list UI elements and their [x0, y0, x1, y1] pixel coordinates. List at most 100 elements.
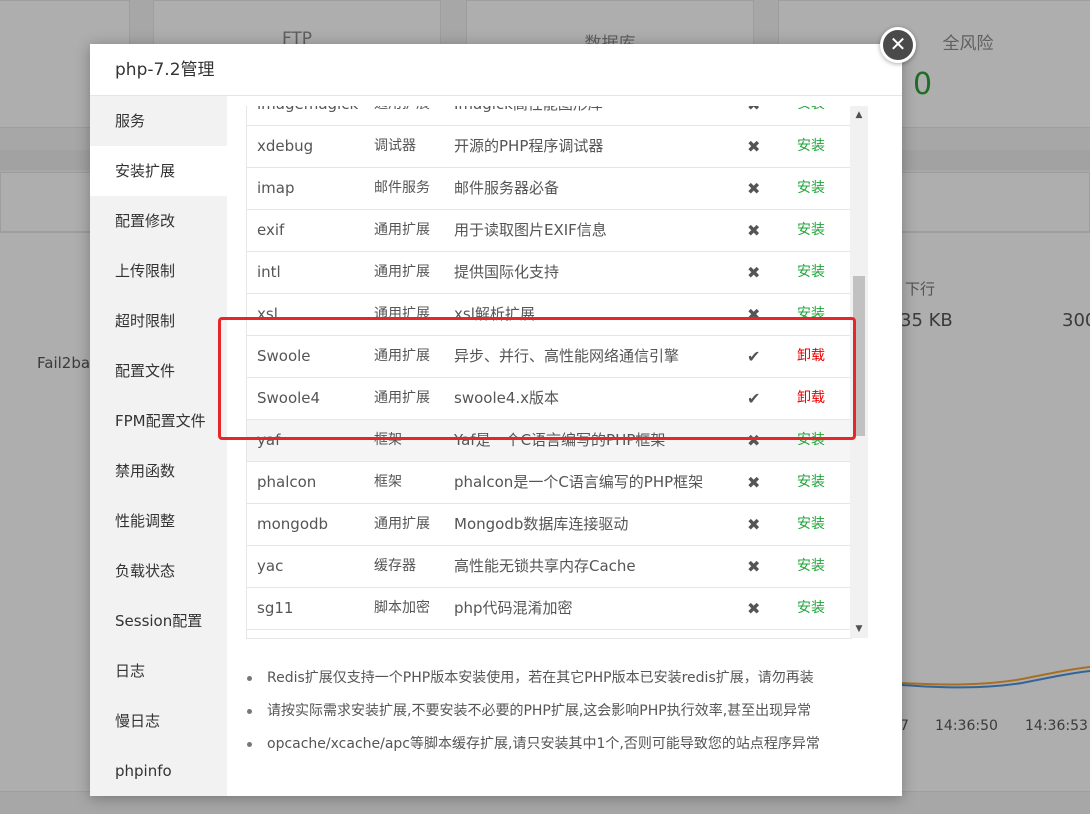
cross-icon: ✖ [747, 305, 761, 324]
extension-desc: phalcon是一个C语言编写的PHP框架 [454, 473, 704, 491]
extension-desc: 异步、并行、高性能网络通信引擎 [454, 347, 680, 365]
check-icon: ✔ [747, 347, 761, 366]
extension-desc: 用于读取图片EXIF信息 [454, 221, 607, 239]
close-button[interactable]: ✕ [880, 27, 916, 63]
extension-name: yaf [257, 431, 281, 449]
extension-name: imagemagick [257, 106, 358, 125]
sidebar-item[interactable]: 负载状态 [90, 546, 227, 596]
extensions-table[interactable]: imagemagick 通用扩展 Imagick高性能图形库 ✖ 安装 xdebug 调试器… [246, 106, 852, 639]
uninstall-link[interactable]: 卸载 [797, 378, 825, 419]
scroll-thumb[interactable] [853, 276, 865, 436]
sidebar-item[interactable]: FPM配置文件 [90, 396, 227, 446]
extension-name: imap [257, 179, 295, 197]
extension-name: Swoole4 [257, 389, 321, 407]
php-manager-dialog: php-7.2管理 服务 安装扩展 配置修改 上传限制 超时限制 配置文件 FPM配置文件禁… [90, 44, 902, 796]
sidebar-item[interactable]: 超时限制 [90, 296, 227, 346]
extension-type: 脚本加密 [374, 600, 430, 616]
extension-type: 调试器 [374, 138, 416, 154]
extension-desc: xsl解析扩展 [454, 305, 535, 323]
sidebar-item[interactable]: 安装扩展 [90, 146, 227, 196]
table-row: Swoole 通用扩展 异步、并行、高性能网络通信引擎 ✔ 卸载 [247, 336, 851, 378]
scroll-down-icon[interactable]: ▼ [850, 620, 868, 638]
close-icon: ✕ [889, 32, 907, 56]
cross-icon: ✖ [747, 473, 761, 492]
cross-icon: ✖ [747, 179, 761, 198]
table-row: imagemagick 通用扩展 Imagick高性能图形库 ✖ 安装 [247, 106, 851, 126]
sidebar-item[interactable]: 日志 [90, 646, 227, 696]
dialog-title: php-7.2管理 [90, 44, 902, 96]
sidebar-item[interactable]: Session配置 [90, 596, 227, 646]
install-link[interactable]: 安装 [797, 588, 825, 629]
extension-type: 通用扩展 [374, 390, 430, 406]
extension-desc: Mongodb数据库连接驱动 [454, 515, 629, 533]
install-link[interactable]: 安装 [797, 106, 825, 125]
extension-desc: Imagick高性能图形库 [454, 106, 603, 125]
extension-type: 通用扩展 [374, 222, 430, 238]
extension-desc: 高性能无锁共享内存Cache [454, 557, 636, 575]
extension-type: 框架 [374, 432, 402, 448]
install-link[interactable]: 安装 [797, 504, 825, 545]
extension-name: mongodb [257, 515, 329, 533]
help-notes: Redis扩展仅支持一个PHP版本安装使用，若在其它PHP版本已安装redis扩… [227, 662, 942, 761]
table-row: phalcon 框架 phalcon是一个C语言编写的PHP框架 ✖ 安装 [247, 462, 851, 504]
extension-type: 缓存器 [374, 558, 416, 574]
table-row: Swoole4 通用扩展 swoole4.x版本 ✔ 卸载 [247, 378, 851, 420]
table-scrollbar[interactable]: ▲ ▼ [850, 106, 868, 638]
install-link[interactable]: 安装 [797, 546, 825, 587]
sidebar-item[interactable]: 服务 [90, 96, 227, 146]
cross-icon: ✖ [747, 515, 761, 534]
sidebar-item[interactable]: phpinfo [90, 746, 227, 796]
install-link[interactable]: 安装 [797, 210, 825, 251]
note-item: 请按实际需求安装扩展,不要安装不必要的PHP扩展,这会影响PHP执行效率,甚至出… [247, 695, 942, 728]
table-row: xdebug 调试器 开源的PHP程序调试器 ✖ 安装 [247, 126, 851, 168]
extension-name: exif [257, 221, 285, 239]
check-icon: ✔ [747, 389, 761, 408]
cross-icon: ✖ [747, 106, 760, 125]
sidebar-item[interactable]: 禁用函数 [90, 446, 227, 496]
install-link[interactable]: 安装 [797, 252, 825, 293]
install-link[interactable]: 安装 [797, 294, 825, 335]
extension-name: sg11 [257, 599, 294, 617]
cross-icon: ✖ [747, 431, 761, 450]
extension-type: 通用扩展 [374, 306, 430, 322]
install-link[interactable]: 安装 [797, 168, 825, 209]
extension-desc: 提供国际化支持 [454, 263, 560, 281]
note-item: Redis扩展仅支持一个PHP版本安装使用，若在其它PHP版本已安装redis扩… [247, 662, 942, 695]
table-row: exif 通用扩展 用于读取图片EXIF信息 ✖ 安装 [247, 210, 851, 252]
note-item: opcache/xcache/apc等脚本缓存扩展,请只安装其中1个,否则可能导… [247, 728, 942, 761]
uninstall-link[interactable]: 卸载 [797, 336, 825, 377]
extension-desc: swoole4.x版本 [454, 389, 560, 407]
install-link[interactable]: 安装 [797, 462, 825, 503]
table-row: intl 通用扩展 提供国际化支持 ✖ 安装 [247, 252, 851, 294]
extension-name: intl [257, 263, 281, 281]
sidebar-item[interactable]: 上传限制 [90, 246, 227, 296]
install-link[interactable]: 安装 [797, 420, 825, 461]
extension-type: 通用扩展 [374, 264, 430, 280]
extension-name: xsl [257, 305, 278, 323]
cross-icon: ✖ [747, 263, 761, 282]
extension-type: 通用扩展 [374, 106, 430, 125]
extension-name: Swoole [257, 347, 311, 365]
sidebar-item[interactable]: 慢日志 [90, 696, 227, 746]
cross-icon: ✖ [747, 221, 761, 240]
sidebar-item[interactable]: 配置文件 [90, 346, 227, 396]
dialog-sidebar: 服务 安装扩展 配置修改 上传限制 超时限制 配置文件 FPM配置文件 禁用函数 性能调整 负载状… [90, 96, 227, 796]
cross-icon: ✖ [747, 599, 761, 618]
install-link[interactable]: 安装 [797, 126, 825, 167]
cross-icon: ✖ [747, 137, 761, 156]
extension-type: 框架 [374, 474, 402, 490]
extension-type: 通用扩展 [374, 516, 430, 532]
table-row: imap 邮件服务 邮件服务器必备 ✖ 安装 [247, 168, 851, 210]
sidebar-item[interactable]: 性能调整 [90, 496, 227, 546]
table-row: sg11 脚本加密 php代码混淆加密 ✖ 安装 [247, 588, 851, 630]
extension-desc: php代码混淆加密 [454, 599, 573, 617]
sidebar-item[interactable]: 配置修改 [90, 196, 227, 246]
extensions-content: imagemagick 通用扩展 Imagick高性能图形库 ✖ 安装 xdebug 调试器… [227, 96, 902, 796]
extension-desc: 开源的PHP程序调试器 [454, 137, 604, 155]
extension-name: phalcon [257, 473, 317, 491]
scroll-up-icon[interactable]: ▲ [850, 106, 868, 124]
extension-name: xdebug [257, 137, 314, 155]
extension-desc: 邮件服务器必备 [454, 179, 560, 197]
table-row: xsl 通用扩展 xsl解析扩展 ✖ 安装 [247, 294, 851, 336]
extension-name: yac [257, 557, 284, 575]
